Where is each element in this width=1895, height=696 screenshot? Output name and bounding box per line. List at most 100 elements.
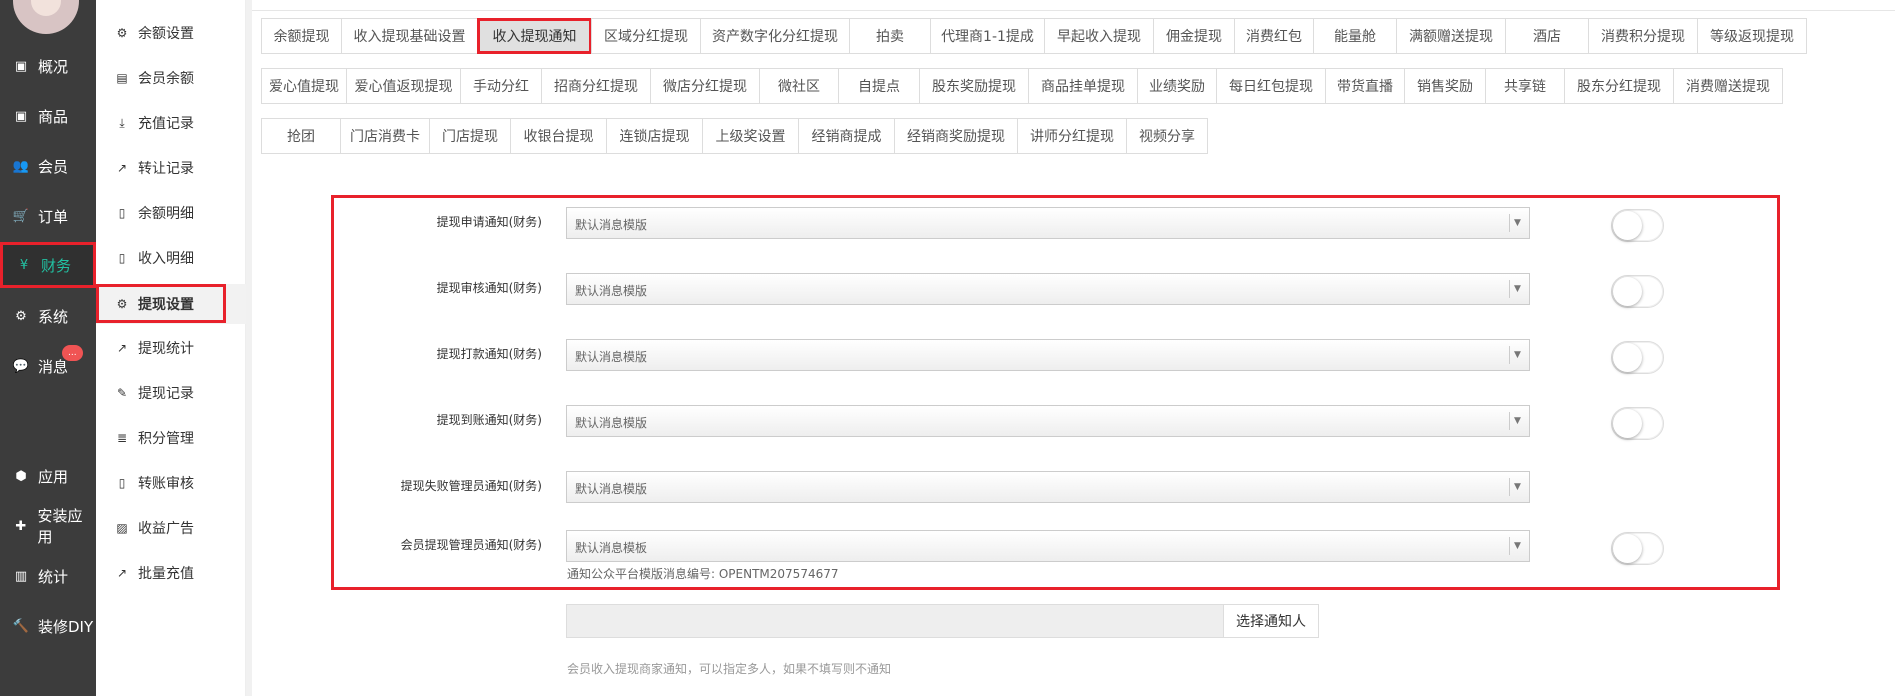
- sub-item-balance-details[interactable]: ▯ 余额明细: [96, 193, 246, 233]
- sub-item-recharge-records[interactable]: ⤓ 充值记录: [96, 103, 246, 143]
- tab[interactable]: 讲师分红提现: [1017, 118, 1127, 154]
- sub-item-transfer-review[interactable]: ▯ 转账审核: [96, 463, 246, 503]
- tab[interactable]: 连锁店提现: [606, 118, 703, 154]
- tab[interactable]: 满额赠送提现: [1396, 18, 1506, 54]
- tab[interactable]: 招商分红提现: [541, 68, 651, 104]
- sub-item-label: 收入明细: [138, 251, 194, 267]
- tab[interactable]: 微社区: [759, 68, 839, 104]
- line-chart-icon: ↗: [116, 341, 128, 355]
- sub-item-withdraw-records[interactable]: ✎ 提现记录: [96, 373, 246, 413]
- tab[interactable]: 门店消费卡: [340, 118, 430, 154]
- nav-item-system[interactable]: ⚙ 系统: [0, 293, 96, 339]
- nav-item-members[interactable]: 👥 会员: [0, 143, 96, 189]
- external-link-icon: ↗: [116, 161, 128, 175]
- field-label: 提现失败管理员通知(财务): [400, 479, 542, 493]
- tab[interactable]: 经销商奖励提现: [894, 118, 1018, 154]
- enable-toggle[interactable]: [1611, 209, 1664, 242]
- active-sub-item-highlight: [96, 284, 226, 323]
- tab[interactable]: 商品挂单提现: [1028, 68, 1138, 104]
- sub-item-income-details[interactable]: ▯ 收入明细: [96, 238, 246, 278]
- book-icon: ▤: [116, 71, 128, 85]
- message-badge: ...: [62, 345, 83, 361]
- select-notifier-button[interactable]: 选择通知人: [1223, 604, 1319, 638]
- nav-item-overview[interactable]: ▣ 概况: [0, 43, 96, 89]
- hammer-icon: 🔨: [12, 618, 30, 634]
- nav-item-label: 订单: [38, 207, 69, 226]
- template-select[interactable]: 默认消息模板 ▼: [566, 530, 1530, 562]
- dashboard-icon: ▣: [14, 58, 28, 74]
- avatar[interactable]: [13, 0, 79, 34]
- notifier-input[interactable]: [566, 604, 1224, 638]
- tab[interactable]: 手动分红: [460, 68, 542, 104]
- nav-item-goods[interactable]: ▣ 商品: [0, 93, 96, 139]
- sub-item-member-balance[interactable]: ▤ 会员余额: [96, 58, 246, 98]
- tab[interactable]: 业绩奖励: [1137, 68, 1217, 104]
- select-value: 默认消息模版: [575, 482, 648, 496]
- tab[interactable]: 消费积分提现: [1588, 18, 1698, 54]
- sub-item-revenue-ads[interactable]: ▨ 收益广告: [96, 508, 246, 548]
- tab[interactable]: 酒店: [1505, 18, 1589, 54]
- users-icon: 👥: [12, 158, 30, 174]
- enable-toggle[interactable]: [1611, 341, 1664, 374]
- notifier-hint: 会员收入提现商家通知，可以指定多人，如果不填写则不通知: [567, 662, 892, 676]
- tab[interactable]: 视频分享: [1126, 118, 1208, 154]
- sub-item-withdraw-statistics[interactable]: ↗ 提现统计: [96, 328, 246, 368]
- template-select[interactable]: 默认消息模版 ▼: [566, 273, 1530, 305]
- tab[interactable]: 能量舱: [1313, 18, 1397, 54]
- tab[interactable]: 早起收入提现: [1044, 18, 1154, 54]
- nav-item-apps[interactable]: ⬢ 应用: [0, 453, 96, 499]
- nav-item-orders[interactable]: 🛒 订单: [0, 193, 96, 239]
- sub-item-transfer-records[interactable]: ↗ 转让记录: [96, 148, 246, 188]
- tab[interactable]: 收入提现基础设置: [341, 18, 478, 54]
- nav-item-statistics[interactable]: ▥ 统计: [0, 553, 96, 599]
- tab[interactable]: 门店提现: [429, 118, 511, 154]
- line-chart-icon: ↗: [116, 566, 128, 580]
- tab[interactable]: 共享链: [1485, 68, 1565, 104]
- tab[interactable]: 微店分红提现: [650, 68, 760, 104]
- select-value: 默认消息模版: [575, 218, 648, 232]
- field-label: 提现到账通知(财务): [436, 413, 542, 427]
- tab[interactable]: 消费赠送提现: [1673, 68, 1783, 104]
- tab[interactable]: 抢团: [261, 118, 341, 154]
- template-select[interactable]: 默认消息模版 ▼: [566, 207, 1530, 239]
- tab-active[interactable]: 收入提现通知: [477, 18, 592, 54]
- tab[interactable]: 自提点: [838, 68, 920, 104]
- tab[interactable]: 上级奖设置: [702, 118, 799, 154]
- tab[interactable]: 消费红包: [1234, 18, 1314, 54]
- tab[interactable]: 爱心值返现提现: [346, 68, 461, 104]
- tab[interactable]: 等级返现提现: [1697, 18, 1807, 54]
- tab[interactable]: 资产数字化分红提现: [700, 18, 850, 54]
- template-select[interactable]: 默认消息模版 ▼: [566, 471, 1530, 503]
- chevron-down-icon: ▼: [1509, 412, 1525, 430]
- tab[interactable]: 余额提现: [261, 18, 342, 54]
- nav-item-decoration-diy[interactable]: 🔨 装修DIY: [0, 603, 96, 649]
- template-select[interactable]: 默认消息模版 ▼: [566, 405, 1530, 437]
- sub-item-balance-settings[interactable]: ⚙ 余额设置: [96, 13, 246, 53]
- tab[interactable]: 爱心值提现: [261, 68, 347, 104]
- sub-item-points-management[interactable]: ≣ 积分管理: [96, 418, 246, 458]
- enable-toggle[interactable]: [1611, 407, 1664, 440]
- tab[interactable]: 经销商提成: [798, 118, 895, 154]
- enable-toggle[interactable]: [1611, 275, 1664, 308]
- tabs-row-2: 爱心值提现 爱心值返现提现 手动分红 招商分红提现 微店分红提现 微社区 自提点…: [261, 68, 1783, 104]
- tab[interactable]: 销售奖励: [1404, 68, 1486, 104]
- tabs-row-3: 抢团 门店消费卡 门店提现 收银台提现 连锁店提现 上级奖设置 经销商提成 经销…: [261, 118, 1208, 154]
- nav-item-messages[interactable]: 💬 消息 ...: [0, 343, 96, 389]
- tab[interactable]: 股东奖励提现: [919, 68, 1029, 104]
- tab[interactable]: 拍卖: [849, 18, 931, 54]
- tab[interactable]: 区域分红提现: [591, 18, 701, 54]
- tab[interactable]: 每日红包提现: [1216, 68, 1326, 104]
- tab[interactable]: 股东分红提现: [1564, 68, 1674, 104]
- sub-item-batch-recharge[interactable]: ↗ 批量充值: [96, 553, 246, 593]
- message-icon: 💬: [12, 358, 30, 374]
- tab[interactable]: 代理商1-1提成: [930, 18, 1045, 54]
- template-select[interactable]: 默认消息模版 ▼: [566, 339, 1530, 371]
- tab[interactable]: 带货直播: [1325, 68, 1405, 104]
- nav-item-finance[interactable]: ¥ 财务: [0, 242, 96, 288]
- tab[interactable]: 收银台提现: [510, 118, 607, 154]
- sub-item-label: 余额设置: [138, 26, 194, 42]
- tab[interactable]: 佣金提现: [1153, 18, 1235, 54]
- nav-item-install-apps[interactable]: ✚ 安装应用: [0, 503, 96, 549]
- file-icon: ▯: [118, 206, 126, 220]
- enable-toggle[interactable]: [1611, 532, 1664, 565]
